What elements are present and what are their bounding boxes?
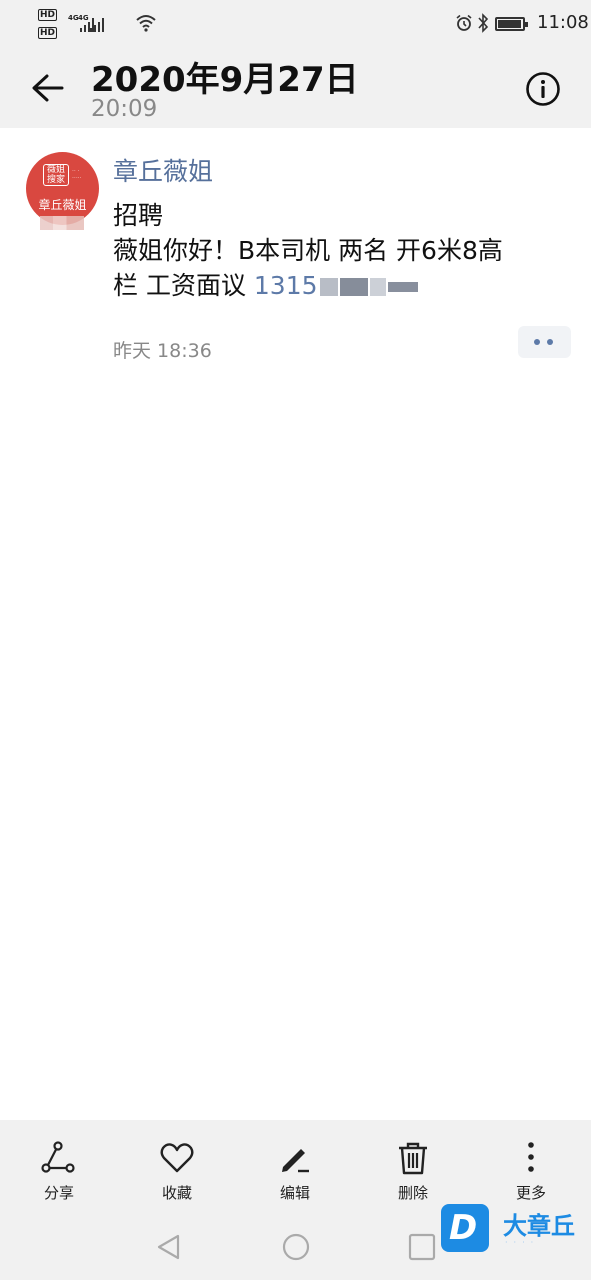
page-title: 2020年9月27日: [91, 60, 359, 100]
post-timestamp: 昨天 18:36: [113, 340, 212, 362]
phone-redaction: [387, 282, 418, 292]
message-line-3: 栏 工资面议 1315: [113, 268, 563, 303]
wifi-icon: [136, 15, 156, 32]
message-line-1: 招聘: [113, 201, 164, 230]
triangle-back-icon[interactable]: [154, 1232, 184, 1262]
watermark-brand: 大章丘: [503, 1212, 575, 1240]
share-button[interactable]: 分享: [19, 1140, 99, 1204]
phone-redaction: [339, 278, 368, 296]
heart-icon: [160, 1143, 194, 1173]
phone-link[interactable]: 1315: [254, 271, 318, 300]
avatar[interactable]: 薇姐 搜家 ·· · ····· 章丘薇姐: [26, 152, 99, 225]
message-text: 招聘 薇姐你好！B本司机 两名 开6米8高 栏 工资面议 1315: [113, 198, 563, 303]
message-line-3-text: 栏 工资面议: [113, 271, 254, 300]
dot-icon: [534, 339, 540, 345]
hd-badge-2: HD: [38, 27, 58, 39]
watermark: D 大章丘 ····: [441, 1204, 591, 1258]
edit-label: 编辑: [279, 1184, 310, 1202]
square-recent-icon[interactable]: [407, 1232, 437, 1262]
bottom-toolbar: 分享 收藏 编辑 删除 更多: [0, 1120, 591, 1214]
favorite-label: 收藏: [161, 1184, 192, 1202]
more-label: 更多: [515, 1184, 546, 1202]
network-type-2: 4G: [78, 14, 89, 22]
more-button[interactable]: 更多: [491, 1140, 571, 1204]
info-circle-icon[interactable]: [524, 70, 562, 108]
battery-fill: [498, 20, 521, 28]
header: 2020年9月27日 20:09: [0, 48, 591, 128]
hd-badge-1: HD: [38, 9, 58, 21]
share-label: 分享: [43, 1184, 74, 1202]
circle-home-icon[interactable]: [281, 1232, 311, 1262]
watermark-logo: D: [441, 1204, 489, 1252]
avatar-logo-text: 薇姐 搜家: [43, 164, 69, 186]
sender-name[interactable]: 章丘薇姐: [113, 152, 213, 188]
status-bar: HD HD 4G 4G 11:08: [0, 0, 591, 48]
more-vertical-icon: [528, 1142, 534, 1172]
trash-icon: [399, 1142, 427, 1175]
phone-redaction: [369, 278, 386, 296]
battery-icon: [495, 17, 528, 31]
watermark-logo-letter: D: [449, 1208, 478, 1248]
post-content: 薇姐 搜家 ·· · ····· 章丘薇姐 章丘薇姐 招聘 薇姐你好！B本司机 两名…: [0, 128, 591, 1120]
delete-label: 删除: [397, 1184, 428, 1202]
more-options-button[interactable]: [518, 326, 571, 358]
page-subtitle: 20:09: [91, 96, 158, 122]
status-clock: 11:08: [537, 12, 589, 33]
watermark-subtext: ····: [505, 1238, 540, 1247]
phone-redaction: [319, 278, 338, 296]
favorite-button[interactable]: 收藏: [137, 1140, 217, 1204]
alarm-icon: [456, 14, 472, 31]
share-icon: [41, 1141, 75, 1173]
avatar-side-text: ·· · ·····: [72, 168, 82, 182]
edit-button[interactable]: 编辑: [255, 1140, 335, 1204]
arrow-left-icon[interactable]: [28, 68, 68, 108]
bluetooth-icon: [478, 13, 489, 33]
avatar-redaction: [40, 216, 84, 230]
delete-button[interactable]: 删除: [373, 1140, 453, 1204]
avatar-caption: 章丘薇姐: [38, 198, 87, 212]
message-line-2: 薇姐你好！B本司机 两名 开6米8高: [113, 236, 503, 265]
pen-icon: [282, 1149, 309, 1173]
dot-icon: [547, 339, 553, 345]
